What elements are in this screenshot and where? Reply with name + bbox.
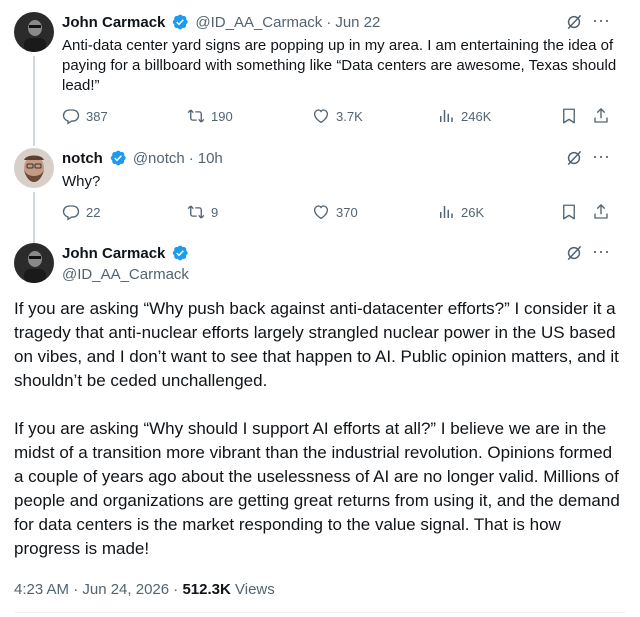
- share-icon[interactable]: [592, 107, 610, 125]
- tweet-text: Anti-data center yard signs are popping …: [62, 37, 617, 94]
- tweet-paragraph: If you are asking “Why push back against…: [14, 299, 619, 390]
- like-count: 370: [336, 204, 358, 220]
- verified-badge-icon: [171, 13, 189, 31]
- reply-icon: [62, 203, 80, 221]
- reply-count: 22: [86, 204, 101, 220]
- repost-icon: [187, 203, 205, 221]
- author-handle[interactable]: @ID_AA_Carmack: [195, 14, 322, 31]
- tweet-meta: 4:23 AM · Jun 24, 2026 · 512.3K Views: [14, 581, 275, 598]
- author-name[interactable]: notch: [62, 150, 103, 167]
- repost-count: 190: [211, 108, 233, 124]
- like-button[interactable]: 370: [312, 203, 358, 221]
- avatar[interactable]: [14, 243, 54, 283]
- reply-button[interactable]: 22: [62, 203, 100, 221]
- main-tweet-text: If you are asking “Why push back against…: [14, 297, 624, 585]
- reply-count: 387: [86, 108, 108, 124]
- tweet-date[interactable]: Jun 22: [335, 14, 380, 31]
- tweet-date[interactable]: 10h: [198, 150, 223, 167]
- like-count: 3.7K: [336, 108, 363, 124]
- bookmark-icon[interactable]: [560, 203, 578, 221]
- repost-button[interactable]: 9: [187, 203, 218, 221]
- divider: [14, 612, 626, 613]
- more-icon[interactable]: ···: [592, 11, 610, 29]
- more-icon[interactable]: ···: [592, 242, 610, 260]
- thread-line: [33, 56, 35, 146]
- reply-tweet-notch[interactable]: notch @notch · 10h ··· Why? 22 9 370 26K: [0, 140, 640, 248]
- more-icon[interactable]: ···: [592, 147, 610, 165]
- action-bar: 22 9 370 26K: [62, 203, 622, 225]
- bookmark-icon[interactable]: [560, 107, 578, 125]
- grok-icon[interactable]: [564, 243, 584, 263]
- views-button[interactable]: 26K: [437, 203, 484, 221]
- repost-icon: [187, 107, 205, 125]
- repost-count: 9: [211, 204, 219, 220]
- heart-icon: [312, 107, 330, 125]
- heart-icon: [312, 203, 330, 221]
- verified-badge-icon: [171, 244, 189, 262]
- author-name[interactable]: John Carmack: [62, 14, 165, 31]
- grok-icon[interactable]: [564, 148, 584, 168]
- action-bar: 387 190 3.7K 246K: [62, 107, 622, 129]
- views-count: 512.3K: [182, 581, 231, 598]
- avatar-photo: [14, 148, 54, 188]
- grok-icon[interactable]: [564, 12, 584, 32]
- separator-dot: ·: [188, 149, 194, 167]
- reply-icon: [62, 107, 80, 125]
- share-icon[interactable]: [592, 203, 610, 221]
- views-count: 26K: [461, 204, 485, 220]
- tweet-text: Why?: [62, 173, 101, 190]
- views-count: 246K: [461, 108, 492, 124]
- separator-dot: ·: [173, 581, 179, 598]
- views-bar-icon: [437, 203, 455, 221]
- author-name[interactable]: John Carmack: [62, 245, 165, 262]
- like-button[interactable]: 3.7K: [312, 107, 363, 125]
- avatar[interactable]: [14, 148, 54, 188]
- views-bar-icon: [437, 107, 455, 125]
- author-handle[interactable]: @notch: [133, 150, 185, 167]
- reply-button[interactable]: 387: [62, 107, 108, 125]
- tweet-timestamp[interactable]: 4:23 AM · Jun 24, 2026: [14, 581, 169, 598]
- reply-tweet-carmack[interactable]: John Carmack @ID_AA_Carmack · Jun 22 ···…: [0, 0, 640, 146]
- verified-badge-icon: [109, 149, 127, 167]
- tweet-paragraph: If you are asking “Why should I support …: [14, 419, 620, 558]
- avatar[interactable]: [14, 12, 54, 52]
- views-button[interactable]: 246K: [437, 107, 491, 125]
- avatar-photo: [14, 243, 54, 283]
- avatar-photo: [14, 12, 54, 52]
- views-label: Views: [235, 581, 275, 598]
- repost-button[interactable]: 190: [187, 107, 233, 125]
- author-handle[interactable]: @ID_AA_Carmack: [62, 266, 189, 283]
- separator-dot: ·: [326, 13, 332, 31]
